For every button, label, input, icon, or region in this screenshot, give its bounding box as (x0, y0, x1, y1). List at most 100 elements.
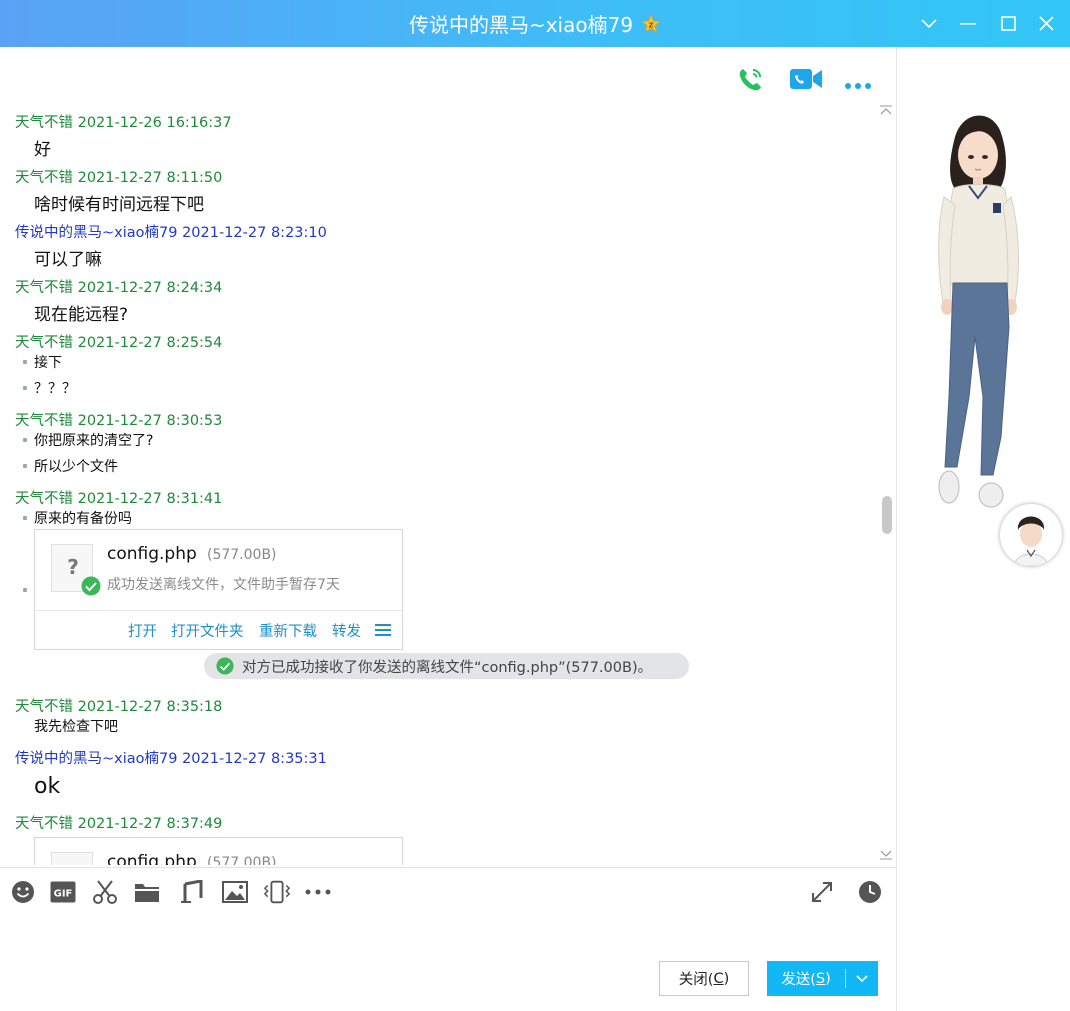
dropdown-button[interactable] (909, 0, 949, 47)
file-card: ? config.php (577.00B) 成功发送离线文件，文件助手暂存7天… (34, 529, 403, 650)
avatar (1013, 516, 1049, 566)
menu-icon[interactable] (375, 623, 391, 637)
more-icon (845, 83, 871, 89)
message-history-button[interactable] (856, 878, 884, 906)
send-file-button[interactable] (133, 878, 161, 906)
message-history[interactable]: 天气不错 2021-12-26 16:16:37 好 天气不错 2021-12-… (0, 103, 880, 865)
message-text: 好 (34, 140, 51, 160)
message-text: ok (34, 774, 61, 799)
bullet-marker (23, 464, 27, 468)
minimize-icon (960, 22, 976, 25)
close-chat-button[interactable]: 关闭(C) (659, 961, 749, 996)
more-icon (305, 889, 331, 895)
message-header: 天气不错 2021-12-27 8:37:49 (15, 816, 223, 832)
bullet-marker (23, 360, 27, 364)
forward-link[interactable]: 转发 (332, 620, 361, 641)
emoji-icon (12, 881, 34, 903)
expand-input-button[interactable] (808, 878, 836, 906)
scroll-down-icon[interactable] (880, 850, 892, 860)
system-notice: 对方已成功接收了你发送的离线文件“config.php”(577.00B)。 (204, 653, 689, 679)
bullet-marker (23, 386, 27, 390)
avatar-show-pane (896, 47, 1070, 1011)
history-icon (859, 881, 881, 903)
message-text: 啥时候有时间远程下吧 (34, 195, 204, 215)
message-header: 天气不错 2021-12-26 16:16:37 (15, 115, 232, 131)
message-text: 现在能远程? (34, 305, 129, 325)
more-tools-button[interactable] (304, 878, 332, 906)
close-label-end: ) (723, 970, 730, 987)
send-button[interactable]: 发送(S) (767, 961, 878, 996)
folder-icon (135, 884, 159, 902)
window-title: 传说中的黑马~xiao楠79 (408, 13, 634, 37)
message-text: 所以少个文件 (34, 459, 118, 475)
message-header: 天气不错 2021-12-27 8:35:18 (15, 699, 223, 715)
video-call-button[interactable] (789, 66, 823, 96)
svg-text:GIF: GIF (54, 889, 73, 900)
send-label-wrap[interactable]: 发送(S) (767, 961, 845, 996)
bullet-marker (23, 438, 27, 442)
music-button[interactable] (177, 878, 205, 906)
phone-call-icon (739, 69, 761, 91)
screenshot-button[interactable] (91, 878, 119, 906)
my-avatar-button[interactable] (1000, 504, 1062, 566)
maximize-icon (1000, 16, 1016, 31)
more-options-button[interactable] (844, 75, 872, 94)
message-text: 我先检查下吧 (34, 719, 118, 735)
image-button[interactable] (221, 878, 249, 906)
file-size: (577.00B) (207, 855, 277, 865)
maximize-button[interactable] (988, 0, 1028, 47)
video-call-icon (790, 69, 822, 89)
message-header: 天气不错 2021-12-27 8:31:41 (15, 491, 223, 507)
gif-icon: GIF (50, 881, 76, 903)
unknown-file-icon (51, 852, 93, 865)
open-file-link[interactable]: 打开 (128, 620, 157, 641)
file-name: config.php (107, 852, 197, 865)
chat-top-toolbar (0, 47, 896, 103)
file-size: (577.00B) (207, 547, 277, 563)
open-folder-link[interactable]: 打开文件夹 (171, 620, 244, 641)
chevron-down-icon (856, 974, 868, 982)
svg-text:Z: Z (649, 21, 654, 29)
message-text: 接下 (34, 355, 62, 371)
bullet-marker (23, 588, 27, 592)
chevron-down-icon (921, 18, 937, 28)
expand-icon (812, 882, 832, 902)
message-header: 传说中的黑马~xiao楠79 2021-12-27 8:35:31 (15, 751, 327, 767)
message-text: 你把原来的清空了? (34, 433, 154, 449)
chat-window: 传说中的黑马~xiao楠79 Z 天气不错 2021-12-26 16:16:3… (0, 0, 1070, 1011)
scroll-up-icon[interactable] (880, 105, 892, 115)
check-circle-icon (216, 657, 234, 675)
send-label: 发送( (781, 972, 816, 988)
vip-star-icon: Z (641, 13, 662, 33)
close-window-button[interactable] (1026, 0, 1066, 47)
input-area[interactable]: GIF 关闭(C) 发送(S) (0, 867, 896, 1011)
message-header: 天气不错 2021-12-27 8:11:50 (15, 170, 223, 186)
message-text: 原来的有备份吗 (34, 511, 132, 527)
avatar-figure-illustration (938, 115, 1019, 508)
music-icon (181, 880, 203, 903)
message-header: 天气不错 2021-12-27 8:25:54 (15, 335, 223, 351)
shake-icon (263, 880, 291, 904)
close-accel: C (713, 970, 724, 987)
close-icon (1038, 16, 1054, 31)
message-header: 天气不错 2021-12-27 8:30:53 (15, 413, 223, 429)
bullet-marker (23, 516, 27, 520)
file-name: config.php (107, 544, 197, 564)
shake-button[interactable] (263, 878, 291, 906)
check-circle-icon (81, 576, 101, 596)
redownload-link[interactable]: 重新下载 (259, 620, 317, 641)
send-accel: S (815, 970, 826, 987)
title-bar: 传说中的黑马~xiao楠79 Z (0, 0, 1070, 47)
file-status: 成功发送离线文件，文件助手暂存7天 (107, 577, 340, 593)
message-header: 天气不错 2021-12-27 8:24:34 (15, 280, 223, 296)
chat-pane: 天气不错 2021-12-26 16:16:37 好 天气不错 2021-12-… (0, 47, 896, 1011)
emoji-button[interactable] (9, 878, 37, 906)
file-card-partial: config.php (577.00B) (34, 837, 403, 865)
phone-call-button[interactable] (735, 65, 765, 99)
minimize-button[interactable] (948, 0, 988, 47)
send-options-dropdown[interactable] (846, 961, 878, 996)
close-label: 关闭( (678, 972, 714, 988)
gif-button[interactable]: GIF (49, 878, 77, 906)
scrollbar-thumb[interactable] (882, 496, 892, 534)
message-text: ？？？ (34, 381, 76, 397)
